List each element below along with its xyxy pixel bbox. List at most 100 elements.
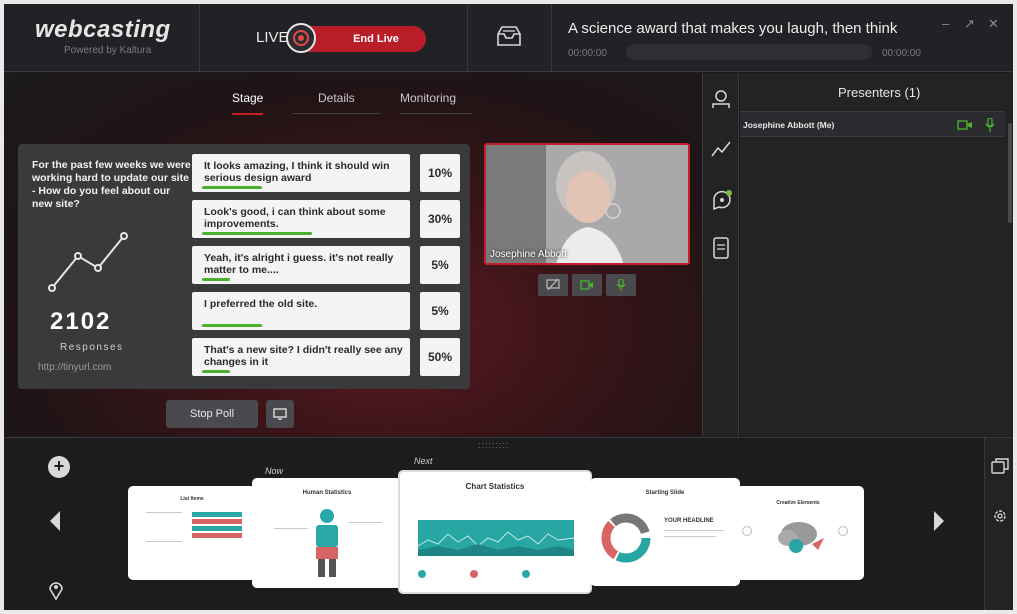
- settings-gear-icon[interactable]: [992, 508, 1008, 524]
- slide-graphic: [348, 522, 382, 523]
- elapsed-time: 00:00:00: [568, 48, 607, 59]
- slide-graphic: [664, 536, 716, 537]
- now-label: Now: [265, 466, 284, 476]
- presenter-photo: [486, 145, 688, 263]
- slide-title: Human Statistics: [302, 490, 352, 496]
- presenter-camera-icon[interactable]: [957, 119, 973, 131]
- answer-bar: [202, 324, 262, 327]
- slide-graphic: [192, 533, 242, 538]
- stage-area: Stage Details Monitoring For the past fe…: [4, 73, 702, 436]
- slide-title: List Items: [180, 496, 204, 502]
- answer-text: It looks amazing, I think it should win …: [204, 160, 390, 184]
- chat-icon[interactable]: [711, 189, 733, 211]
- prev-arrow-icon[interactable]: [48, 510, 62, 532]
- right-tool-rail: [702, 73, 739, 436]
- slide-graphic: [192, 512, 242, 517]
- tab-monitoring[interactable]: Monitoring: [400, 91, 473, 114]
- presenters-panel: Presenters (1) Josephine Abbott (Me): [740, 73, 1013, 436]
- slide-graphic: [470, 570, 478, 578]
- human-figure-icon: [316, 509, 338, 577]
- camera-toggle[interactable]: [572, 274, 602, 296]
- answer-percent: 5%: [420, 246, 460, 284]
- answer-bar: [202, 370, 230, 373]
- slide-area-chart: [418, 520, 574, 556]
- analytics-icon[interactable]: [711, 139, 731, 159]
- answer-bar: [202, 186, 262, 189]
- slide-graphic: [664, 530, 724, 531]
- slide-headline: YOUR HEADLINE: [664, 518, 714, 524]
- responses-count: 2102: [50, 308, 112, 335]
- slide-title: Chart Statistics: [465, 482, 525, 491]
- presenter-name: Josephine Abbott (Me): [743, 120, 835, 130]
- poll-question: For the past few weeks we were working h…: [32, 159, 191, 210]
- slide-title: Starting Slide: [645, 490, 685, 496]
- event-title: A science award that makes you laugh, th…: [568, 20, 898, 37]
- present-screen-button[interactable]: [266, 400, 294, 428]
- answer-percent: 30%: [420, 200, 460, 238]
- presenters-title: Presenters (1): [838, 85, 921, 100]
- screen-share-toggle[interactable]: [538, 274, 568, 296]
- add-slide-button[interactable]: +: [48, 456, 70, 478]
- inbox-icon: [497, 26, 521, 46]
- slide-donut-chart: [601, 513, 651, 563]
- microphone-icon: [616, 279, 626, 291]
- minimize-icon[interactable]: –: [942, 16, 949, 31]
- video-presenter-name: Josephine Abbott: [490, 249, 567, 260]
- end-live-button[interactable]: End Live: [308, 26, 426, 52]
- slides-side-panel: [984, 438, 1013, 610]
- slide-graphic: [146, 512, 182, 542]
- answer-percent: 5%: [420, 292, 460, 330]
- live-controls: LIVE End Live: [200, 4, 468, 72]
- location-pin-icon[interactable]: [48, 580, 64, 600]
- slides-strip: ::::::::: + Now Next List Items Human St…: [4, 437, 1013, 610]
- presenters-scrollbar[interactable]: [1008, 123, 1012, 223]
- poll-card: For the past few weeks we were working h…: [18, 144, 470, 389]
- answer-text: I preferred the old site.: [204, 298, 318, 310]
- slide-thumbnail-next[interactable]: Chart Statistics: [398, 470, 592, 594]
- expand-icon[interactable]: ↗: [964, 16, 975, 32]
- notes-icon[interactable]: [711, 237, 731, 259]
- presenter-mic-icon[interactable]: [984, 118, 996, 132]
- resize-grip[interactable]: :::::::::: [478, 440, 510, 450]
- poll-answer: Yeah, it's alright i guess. it's not rea…: [192, 246, 410, 284]
- poll-answer: Look's good, i can think about some impr…: [192, 200, 410, 238]
- poll-answer: It looks amazing, I think it should win …: [192, 154, 410, 192]
- answer-text: That's a new site? I didn't really see a…: [204, 344, 403, 368]
- slide-graphic: [274, 528, 308, 529]
- slide-graphic: [522, 570, 530, 578]
- total-time: 00:00:00: [882, 48, 921, 59]
- stop-poll-button[interactable]: Stop Poll: [166, 400, 258, 428]
- answer-text: Look's good, i can think about some impr…: [204, 206, 386, 230]
- poll-answer: That's a new site? I didn't really see a…: [192, 338, 410, 376]
- brand-logo: webcasting Powered by Kaltura: [4, 4, 200, 72]
- tab-details[interactable]: Details: [292, 91, 381, 114]
- slide-layout-icon[interactable]: [991, 458, 1009, 474]
- slide-thumbnail[interactable]: Starting Slide YOUR HEADLINE: [590, 478, 740, 586]
- inbox-button[interactable]: [468, 4, 552, 72]
- camera-icon: [580, 280, 593, 290]
- presenters-icon[interactable]: [711, 89, 731, 109]
- live-broadcast-icon: [286, 23, 316, 53]
- next-arrow-icon[interactable]: [932, 510, 946, 532]
- presenter-row[interactable]: Josephine Abbott (Me): [740, 111, 1005, 137]
- responses-label: Responses: [60, 342, 124, 353]
- tab-stage[interactable]: Stage: [232, 91, 264, 115]
- presenter-video[interactable]: Josephine Abbott: [484, 143, 690, 265]
- brand-name: webcasting: [35, 16, 171, 43]
- screen-share-off-icon: [546, 279, 560, 291]
- close-icon[interactable]: ✕: [988, 16, 999, 32]
- answer-bar: [202, 278, 230, 281]
- answer-bar: [202, 232, 312, 235]
- answer-percent: 50%: [420, 338, 460, 376]
- event-progress-track[interactable]: [626, 44, 872, 60]
- slide-graphic: [418, 570, 426, 578]
- mic-toggle[interactable]: [606, 274, 636, 296]
- slide-thumbnail[interactable]: Creative Elements: [732, 486, 864, 580]
- answer-text: Yeah, it's alright i guess. it's not rea…: [204, 252, 394, 276]
- poll-answer: I preferred the old site.: [192, 292, 410, 330]
- slide-thumbnail[interactable]: List Items: [128, 486, 256, 580]
- slide-title: Creative Elements: [776, 500, 820, 506]
- slide-graphic: [742, 526, 752, 536]
- slide-cloud-graphic: [778, 522, 824, 553]
- slide-thumbnail-current[interactable]: Human Statistics: [252, 478, 402, 588]
